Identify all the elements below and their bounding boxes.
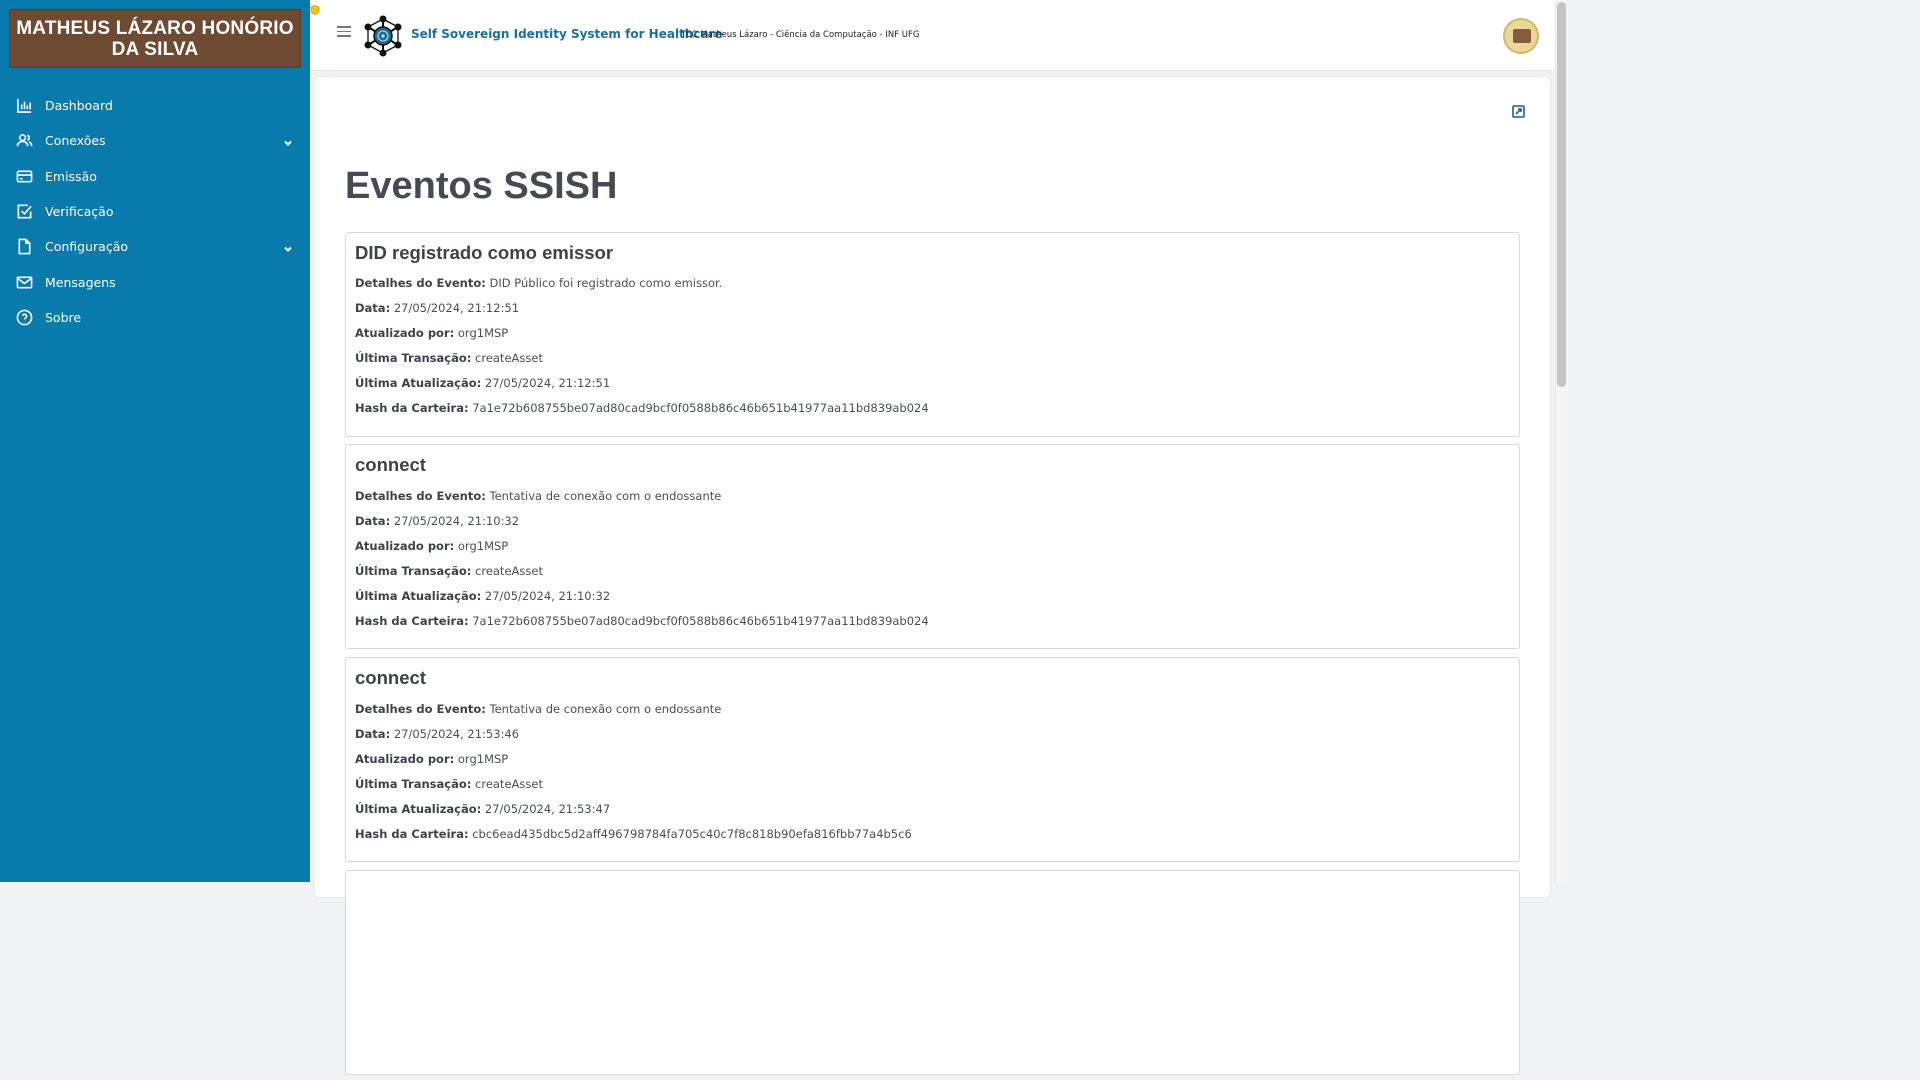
event-date-row: Data: 27/05/2024, 21:53:46 [355,727,520,741]
event-card: connect Detalhes do Evento: Tentativa de… [345,444,1520,649]
sidebar-item-label: Configuração [45,239,129,255]
user-name: MATHEUS LÁZARO HONÓRIO DA SILVA [16,17,294,60]
event-updated-by-row: Atualizado por: org1MSP [355,326,509,340]
mail-icon [15,273,33,291]
avatar[interactable] [1503,18,1539,54]
event-title: connect [355,667,426,688]
event-updated-by-row: Atualizado por: org1MSP [355,752,509,766]
event-date-row: Data: 27/05/2024, 21:10:32 [355,514,520,528]
event-card [345,870,1520,1075]
help-circle-icon [15,308,33,326]
scrollbar-thumb[interactable] [1557,2,1566,387]
event-date-row: Data: 27/05/2024, 21:12:51 [355,301,520,315]
header-subtitle: TCC Matheus Lázaro - Ciência da Computaç… [681,30,920,40]
sidebar-item-label: Sobre [45,309,82,325]
network-logo-icon[interactable] [363,15,403,57]
event-title: DID registrado como emissor [355,242,614,263]
hamburger-menu-icon[interactable] [337,26,351,40]
event-last-update-row: Última Atualização: 27/05/2024, 21:53:47 [355,802,611,816]
sidebar-item-label: Emissão [45,168,97,184]
sidebar-item-configuracao[interactable]: Configuração [0,229,310,264]
shield-badge-icon [310,5,320,15]
event-title: connect [355,454,426,475]
users-icon [15,132,33,150]
credit-card-icon [15,167,33,185]
sidebar-item-verificacao[interactable]: Verificação [0,194,310,229]
event-wallet-hash-row: Hash da Carteira: 7a1e72b608755be07ad80c… [355,401,929,415]
expand-icon[interactable] [1512,103,1525,118]
event-last-tx-row: Última Transação: createAsset [355,351,543,365]
sidebar-item-dashboard[interactable]: Dashboard [0,88,310,123]
chevron-down-icon[interactable] [282,240,294,253]
wallet-icon [1513,29,1531,43]
event-details-row: Detalhes do Evento: Tentativa de conexão… [355,489,722,503]
sidebar-item-label: Dashboard [45,98,113,114]
event-last-tx-row: Última Transação: createAsset [355,564,543,578]
event-card: DID registrado como emissor Detalhes do … [345,232,1520,437]
sidebar-item-label: Verificação [45,204,114,220]
check-square-icon [15,203,33,221]
event-last-tx-row: Última Transação: createAsset [355,777,543,791]
event-card: connect Detalhes do Evento: Tentativa de… [345,657,1520,862]
brand-title[interactable]: Self Sovereign Identity System for Healt… [411,27,723,41]
event-details-row: Detalhes do Evento: DID Público foi regi… [355,276,723,290]
topbar: Self Sovereign Identity System for Healt… [310,0,1555,71]
sidebar: MATHEUS LÁZARO HONÓRIO DA SILVA Dashboar… [0,0,310,882]
sidebar-item-label: Mensagens [45,274,116,290]
sidebar-item-sobre[interactable]: Sobre [0,300,310,335]
sidebar-item-conexoes[interactable]: Conexões [0,123,310,158]
sidebar-nav: Dashboard Conexões Emissão Verificação C… [0,88,310,335]
main-content-card: Eventos SSISH DID registrado como emisso… [315,77,1550,1075]
event-last-update-row: Última Atualização: 27/05/2024, 21:10:32 [355,589,611,603]
chevron-down-icon[interactable] [282,134,294,147]
user-name-box: MATHEUS LÁZARO HONÓRIO DA SILVA [9,9,301,68]
sidebar-item-emissao[interactable]: Emissão [0,159,310,194]
sidebar-item-label: Conexões [45,133,106,149]
event-wallet-hash-row: Hash da Carteira: cbc6ead435dbc5d2aff496… [355,827,912,841]
bar-chart-icon [15,97,33,115]
page-title: Eventos SSISH [345,165,618,207]
event-updated-by-row: Atualizado por: org1MSP [355,539,509,553]
event-wallet-hash-row: Hash da Carteira: 7a1e72b608755be07ad80c… [355,614,929,628]
event-details-row: Detalhes do Evento: Tentativa de conexão… [355,702,722,716]
sidebar-item-mensagens[interactable]: Mensagens [0,264,310,299]
event-last-update-row: Última Atualização: 27/05/2024, 21:12:51 [355,376,611,390]
file-icon [15,238,33,256]
